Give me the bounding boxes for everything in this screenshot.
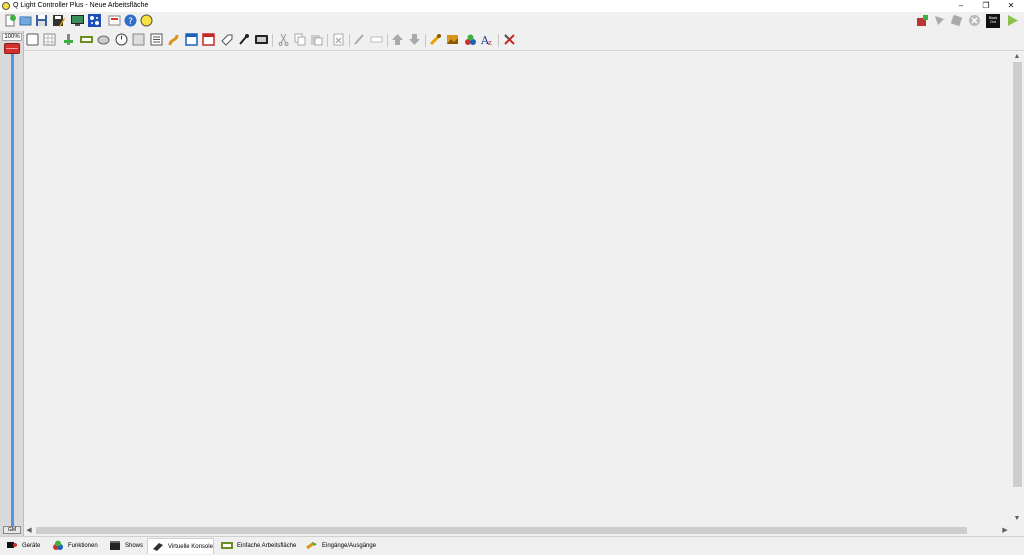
- tab-shows[interactable]: Shows: [105, 538, 145, 554]
- raise-widget-icon[interactable]: [391, 33, 404, 46]
- add-slider-matrix-icon[interactable]: [80, 33, 93, 46]
- grand-master-mode-button[interactable]: GM: [3, 526, 21, 534]
- toolbar-separator: [498, 34, 499, 47]
- open-file-icon[interactable]: [19, 14, 32, 27]
- grand-master-panel: 100% GM: [0, 31, 24, 536]
- tab-label: Shows: [125, 543, 144, 549]
- tab-simple-desk[interactable]: Einfache Arbeitsfläche: [217, 538, 300, 554]
- rename-icon[interactable]: [370, 33, 383, 46]
- operate-mode-icon[interactable]: [1006, 14, 1019, 27]
- audio-icon[interactable]: [950, 14, 963, 27]
- tab-label: Geräte: [22, 543, 41, 549]
- minimize-button[interactable]: –: [948, 0, 974, 12]
- scrollbar-corner: [1011, 525, 1024, 536]
- save-icon[interactable]: [35, 14, 48, 27]
- help-icon[interactable]: ?: [124, 14, 137, 27]
- add-animation-icon[interactable]: [167, 33, 180, 46]
- restore-button[interactable]: ❐: [973, 0, 999, 12]
- virtual-console-workspace[interactable]: [24, 51, 1011, 525]
- add-button-icon[interactable]: [26, 33, 39, 46]
- tab-fixtures[interactable]: Geräte: [2, 538, 44, 554]
- window-title: Q Light Controller Plus - Neue Arbeitsfl…: [13, 2, 149, 9]
- add-label-icon[interactable]: [220, 33, 233, 46]
- stop-all-functions-icon[interactable]: [968, 14, 981, 27]
- grand-master-value: 100%: [2, 33, 22, 41]
- add-solo-frame-icon[interactable]: [202, 33, 215, 46]
- color-icon[interactable]: [464, 33, 477, 46]
- grand-master-slider-handle[interactable]: [4, 43, 20, 54]
- scroll-right-arrow[interactable]: ▶: [1000, 526, 1010, 535]
- font-icon[interactable]: Az: [481, 33, 494, 46]
- shows-icon: [110, 541, 120, 550]
- scroll-left-arrow[interactable]: ◀: [24, 526, 34, 535]
- tab-label: Eingänge/Ausgänge: [322, 543, 377, 549]
- address-tool-icon[interactable]: [88, 14, 101, 27]
- tab-label: Virtuelle Konsole: [168, 544, 213, 550]
- add-clock-icon[interactable]: [255, 33, 268, 46]
- tab-virtual-console[interactable]: Virtuelle Konsole: [147, 538, 214, 554]
- dmx-dump-icon[interactable]: [108, 14, 121, 27]
- blackout-label: Black Out: [988, 16, 998, 24]
- add-slider-icon[interactable]: [62, 33, 75, 46]
- close-button[interactable]: ✕: [998, 0, 1024, 12]
- background-image-icon[interactable]: [446, 33, 459, 46]
- toolbar-separator: [387, 34, 388, 47]
- horizontal-scrollbar[interactable]: ◀ ▶: [24, 525, 1011, 536]
- monitor-fixtures-icon[interactable]: [933, 14, 946, 27]
- tab-functions[interactable]: Funktionen: [48, 538, 103, 554]
- virtual-console-toolbar: Az: [24, 31, 1024, 51]
- save-as-icon[interactable]: [52, 14, 65, 27]
- delete-icon[interactable]: [332, 33, 345, 46]
- toolbar-separator: [425, 34, 426, 47]
- svg-text:z: z: [488, 39, 492, 46]
- virtual-console-icon: [153, 543, 163, 551]
- live-edit-icon[interactable]: [916, 14, 929, 27]
- attach-function-icon[interactable]: [429, 33, 442, 46]
- toolbar-separator: [327, 34, 328, 47]
- toolbar-separator: [272, 34, 273, 47]
- scroll-down-arrow[interactable]: ▼: [1012, 514, 1022, 523]
- add-xy-pad-icon[interactable]: [132, 33, 145, 46]
- new-workspace-icon[interactable]: [4, 14, 17, 27]
- add-button-matrix-icon[interactable]: [43, 33, 56, 46]
- add-cue-list-icon[interactable]: [150, 33, 163, 46]
- tab-label: Funktionen: [68, 543, 98, 549]
- svg-text:?: ?: [128, 17, 133, 27]
- add-knob-icon[interactable]: [97, 33, 110, 46]
- cut-icon[interactable]: [277, 33, 290, 46]
- console-settings-icon[interactable]: [503, 33, 516, 46]
- simple-desk-icon: [221, 542, 233, 549]
- copy-icon[interactable]: [294, 33, 307, 46]
- grand-master-slider-track[interactable]: [11, 43, 14, 527]
- fixtures-icon: [7, 542, 17, 548]
- vertical-scrollbar[interactable]: ▲ ▼: [1011, 51, 1024, 525]
- horizontal-scroll-thumb[interactable]: [36, 527, 967, 534]
- main-toolbar: ? Black Out: [0, 12, 1024, 31]
- add-frame-icon[interactable]: [185, 33, 198, 46]
- toolbar-separator: [349, 34, 350, 47]
- tab-label: Einfache Arbeitsfläche: [237, 543, 297, 549]
- title-bar: Q Light Controller Plus - Neue Arbeitsfl…: [0, 0, 1024, 12]
- paste-icon[interactable]: [310, 33, 323, 46]
- add-audio-triggers-icon[interactable]: [237, 33, 250, 46]
- context-tab-bar: Geräte Funktionen Shows Virtuelle Konsol…: [0, 536, 1024, 555]
- tab-input-output[interactable]: Eingänge/Ausgänge: [302, 538, 378, 554]
- add-speed-dial-icon[interactable]: [115, 33, 128, 46]
- monitor-icon[interactable]: [71, 14, 84, 27]
- about-qlc-icon[interactable]: [140, 14, 153, 27]
- functions-icon: [53, 540, 63, 550]
- edit-properties-icon[interactable]: [353, 33, 366, 46]
- lower-widget-icon[interactable]: [408, 33, 421, 46]
- app-logo-icon: [2, 2, 10, 10]
- scroll-up-arrow[interactable]: ▲: [1012, 52, 1022, 61]
- vertical-scroll-thumb[interactable]: [1013, 62, 1022, 487]
- blackout-button[interactable]: Black Out: [986, 14, 1000, 28]
- input-output-icon: [306, 541, 317, 550]
